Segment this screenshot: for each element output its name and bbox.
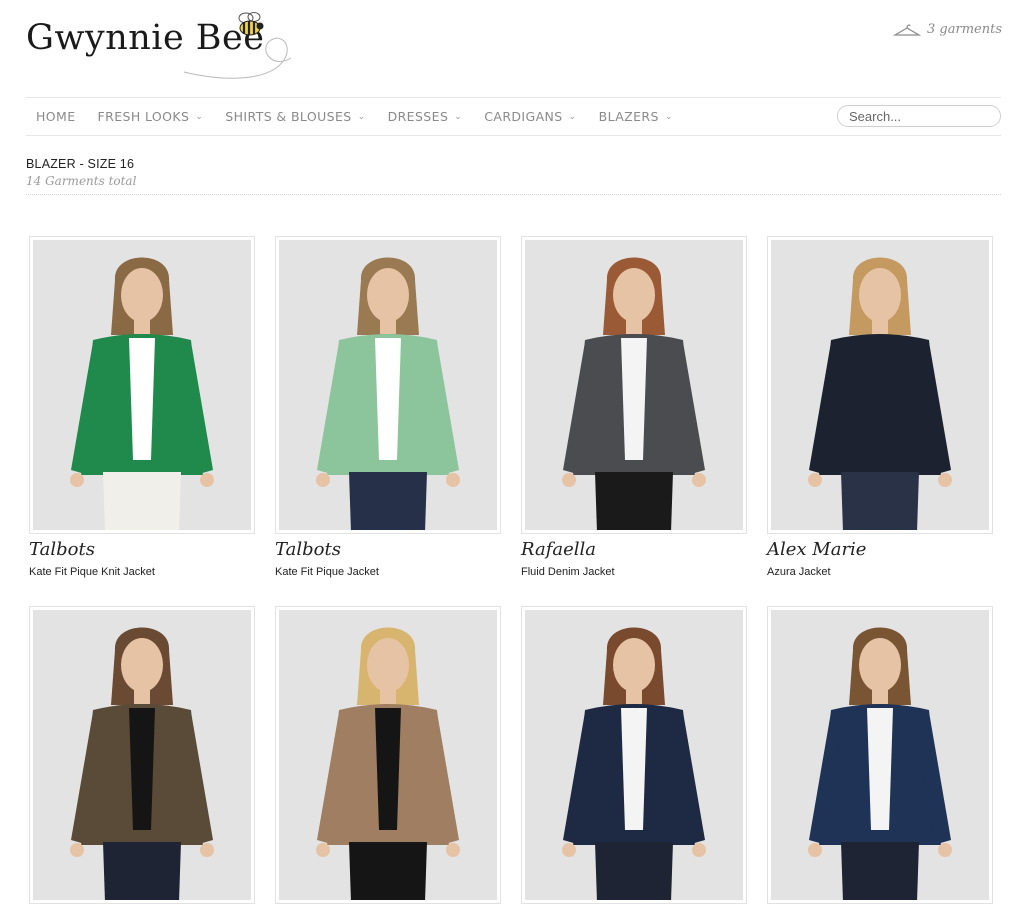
- nav-item-label: DRESSES: [387, 109, 449, 124]
- divider: [26, 194, 1001, 195]
- bee-icon: [238, 12, 264, 36]
- product-card[interactable]: Talbots Kate Fit Pique Jacket: [275, 236, 501, 578]
- product-photo[interactable]: [521, 236, 747, 534]
- model-illustration: [70, 627, 214, 900]
- product-photo[interactable]: [521, 606, 747, 904]
- chevron-down-icon: ⌄: [454, 111, 463, 122]
- product-card[interactable]: [29, 606, 255, 910]
- product-photo[interactable]: [275, 236, 501, 534]
- product-photo[interactable]: [767, 236, 993, 534]
- model-illustration: [316, 627, 460, 900]
- nav-item-home[interactable]: HOME: [36, 109, 76, 124]
- nav-item-label: SHIRTS & BLOUSES: [225, 109, 352, 124]
- model-illustration: [562, 257, 706, 530]
- product-brand: Rafaella: [521, 539, 596, 560]
- model-illustration: [808, 257, 952, 530]
- product-card[interactable]: [767, 606, 993, 910]
- model-illustration: [562, 627, 706, 900]
- nav-item-dresses[interactable]: DRESSES ⌄: [388, 109, 463, 124]
- hanger-icon: [893, 23, 922, 36]
- product-brand: Alex Marie: [767, 539, 867, 560]
- model-illustration: [316, 257, 460, 530]
- nav-item-label: FRESH LOOKS: [97, 109, 190, 124]
- model-illustration: [70, 257, 214, 530]
- chevron-down-icon: ⌄: [195, 111, 204, 122]
- nav-item-fresh-looks[interactable]: FRESH LOOKS ⌄: [98, 109, 204, 124]
- product-card[interactable]: [521, 606, 747, 910]
- main-nav: HOME FRESH LOOKS ⌄ SHIRTS & BLOUSES ⌄ DRESSES…: [26, 97, 1001, 136]
- model-illustration: [808, 627, 952, 900]
- product-name[interactable]: Kate Fit Pique Jacket: [275, 566, 501, 578]
- nav-item-label: CARDIGANS: [484, 109, 563, 124]
- product-photo[interactable]: [767, 606, 993, 904]
- cart-link[interactable]: 3 garments: [893, 22, 1002, 37]
- product-name[interactable]: Kate Fit Pique Knit Jacket: [29, 566, 255, 578]
- chevron-down-icon: ⌄: [357, 111, 366, 122]
- product-name[interactable]: Azura Jacket: [767, 566, 993, 578]
- logo[interactable]: Gwynnie Bee: [26, 10, 296, 80]
- product-photo[interactable]: [275, 606, 501, 904]
- nav-item-blazers[interactable]: BLAZERS ⌄: [599, 109, 673, 124]
- nav-item-shirts-blouses[interactable]: SHIRTS & BLOUSES ⌄: [225, 109, 365, 124]
- page-title: BLAZER - SIZE 16: [26, 157, 135, 171]
- product-brand: Talbots: [29, 539, 95, 560]
- product-card[interactable]: Talbots Kate Fit Pique Knit Jacket: [29, 236, 255, 578]
- garment-count: 14 Garments total: [26, 174, 137, 188]
- chevron-down-icon: ⌄: [568, 111, 577, 122]
- product-photo[interactable]: [29, 236, 255, 534]
- product-card[interactable]: Alex Marie Azura Jacket: [767, 236, 993, 578]
- nav-item-label: HOME: [36, 109, 76, 124]
- product-name[interactable]: Fluid Denim Jacket: [521, 566, 747, 578]
- nav-item-cardigans[interactable]: CARDIGANS ⌄: [484, 109, 576, 124]
- product-photo[interactable]: [29, 606, 255, 904]
- search-input[interactable]: [837, 105, 1001, 127]
- product-card[interactable]: Rafaella Fluid Denim Jacket: [521, 236, 747, 578]
- product-brand: Talbots: [275, 539, 341, 560]
- cart-count: 3 garments: [927, 22, 1002, 37]
- product-card[interactable]: [275, 606, 501, 910]
- nav-item-label: BLAZERS: [598, 109, 659, 124]
- chevron-down-icon: ⌄: [664, 111, 673, 122]
